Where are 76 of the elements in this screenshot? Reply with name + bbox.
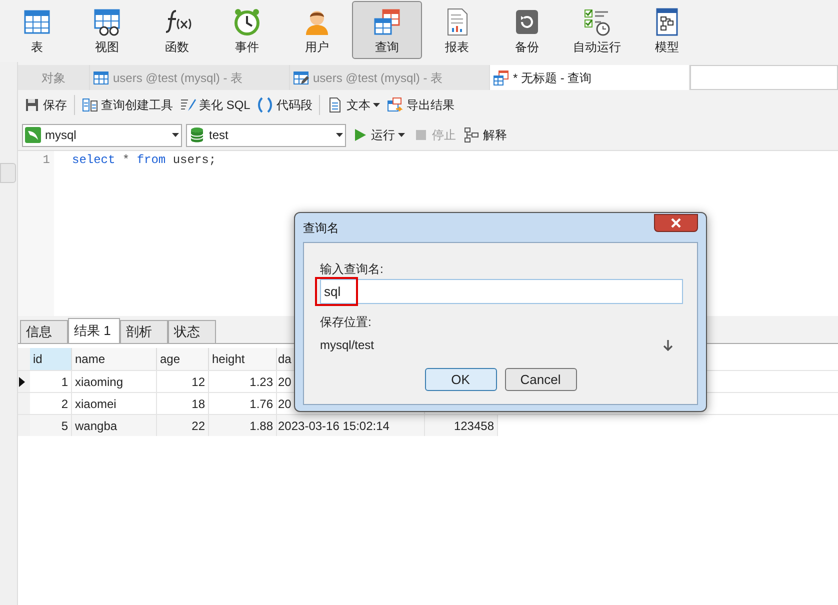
dialog-button[interactable]: OK xyxy=(424,368,496,391)
toolbar-button[interactable]: 函数 xyxy=(142,1,212,59)
toolbar-button[interactable]: 表 xyxy=(2,1,72,59)
column-header[interactable]: name xyxy=(72,348,157,370)
toolbar-button[interactable]: 解释 xyxy=(462,123,509,147)
toolbar-button[interactable]: 查询 xyxy=(352,1,422,59)
toolbar-button[interactable]: 报表 xyxy=(422,1,492,59)
clock-icon xyxy=(232,7,262,37)
caret-icon xyxy=(172,133,179,137)
table-cell: 1.23 xyxy=(209,371,277,392)
checklist-clock-icon xyxy=(582,7,612,37)
table-cell: 1.88 xyxy=(209,415,277,436)
table-cell: 123458 xyxy=(425,415,498,436)
toolbar-button[interactable]: 保存 xyxy=(22,93,69,117)
caret-icon xyxy=(336,133,343,137)
database-select[interactable]: test xyxy=(186,124,346,146)
panel-handle[interactable] xyxy=(0,163,16,183)
toolbar-button[interactable]: 备份 xyxy=(492,1,562,59)
document-icon xyxy=(327,97,344,113)
result-tab[interactable]: 剖析 xyxy=(120,320,168,343)
row-pointer-icon xyxy=(18,376,26,386)
parentheses-icon xyxy=(257,97,274,113)
close-button[interactable] xyxy=(654,214,698,232)
table-cell: 2023-03-16 15:02:14 xyxy=(277,415,425,436)
toolbar-button[interactable]: 模型 xyxy=(632,1,702,59)
query-icon xyxy=(372,7,402,37)
column-header[interactable]: height xyxy=(209,348,277,370)
column-header[interactable]: id xyxy=(30,348,72,370)
play-icon xyxy=(352,127,368,143)
table-cell: 1.76 xyxy=(209,393,277,414)
table-cell: xiaomei xyxy=(72,393,157,414)
toolbar-button[interactable]: 导出结果 xyxy=(385,93,456,117)
stop-icon xyxy=(413,127,429,143)
toolbar-button[interactable]: 视图 xyxy=(72,1,142,59)
dialog-title: 查询名 xyxy=(303,220,339,236)
table-cell: 12 xyxy=(157,371,209,392)
export-table-icon xyxy=(387,97,404,113)
table-cell: 22 xyxy=(157,415,209,436)
table-cell: 18 xyxy=(157,393,209,414)
arrow-down-icon[interactable] xyxy=(663,340,673,350)
code-line: select * from users; xyxy=(72,152,216,169)
field-label: 输入查询名: xyxy=(320,261,384,277)
toolbar-button[interactable]: 文本 xyxy=(325,93,382,117)
connection-select[interactable]: mysql xyxy=(22,124,182,146)
row-header[interactable] xyxy=(18,371,30,392)
save-icon xyxy=(24,97,40,113)
toolbar-button[interactable]: 美化 SQL xyxy=(178,93,252,117)
toolbar-button[interactable]: 自动运行 xyxy=(562,1,632,59)
explain-icon xyxy=(464,127,480,143)
table-cell: 5 xyxy=(30,415,72,436)
toolbar-button[interactable]: 事件 xyxy=(212,1,282,59)
table-pencil-icon xyxy=(293,70,309,86)
field-label: 保存位置: xyxy=(320,314,372,330)
result-tab[interactable]: 状态 xyxy=(168,320,216,343)
toolbar-button[interactable]: 代码段 xyxy=(255,93,314,117)
close-icon xyxy=(671,218,681,228)
result-tab[interactable]: 结果 1 xyxy=(68,318,120,343)
table-cell: wangba xyxy=(72,415,157,436)
table-cell: xiaoming xyxy=(72,371,157,392)
builder-icon xyxy=(82,97,98,113)
document-tab[interactable]: * 无标题 - 查询 xyxy=(490,65,690,90)
query-icon xyxy=(493,70,509,86)
table-icon xyxy=(93,70,109,86)
result-tab[interactable]: 信息 xyxy=(20,320,68,343)
table-cell: 2 xyxy=(30,393,72,414)
column-header[interactable]: age xyxy=(157,348,209,370)
dialog-button[interactable]: Cancel xyxy=(504,368,576,391)
location-text: mysql/test xyxy=(320,337,374,354)
toolbar-button[interactable]: 查询创建工具 xyxy=(80,93,175,117)
toolbar-button[interactable]: 运行 xyxy=(350,123,407,147)
database-icon xyxy=(189,127,205,143)
brush-text-icon xyxy=(180,97,196,113)
table-cell: 1 xyxy=(30,371,72,392)
line-number: 1 xyxy=(42,152,51,169)
table-glasses-icon xyxy=(92,7,122,37)
toolbar-button[interactable]: 用户 xyxy=(282,1,352,59)
